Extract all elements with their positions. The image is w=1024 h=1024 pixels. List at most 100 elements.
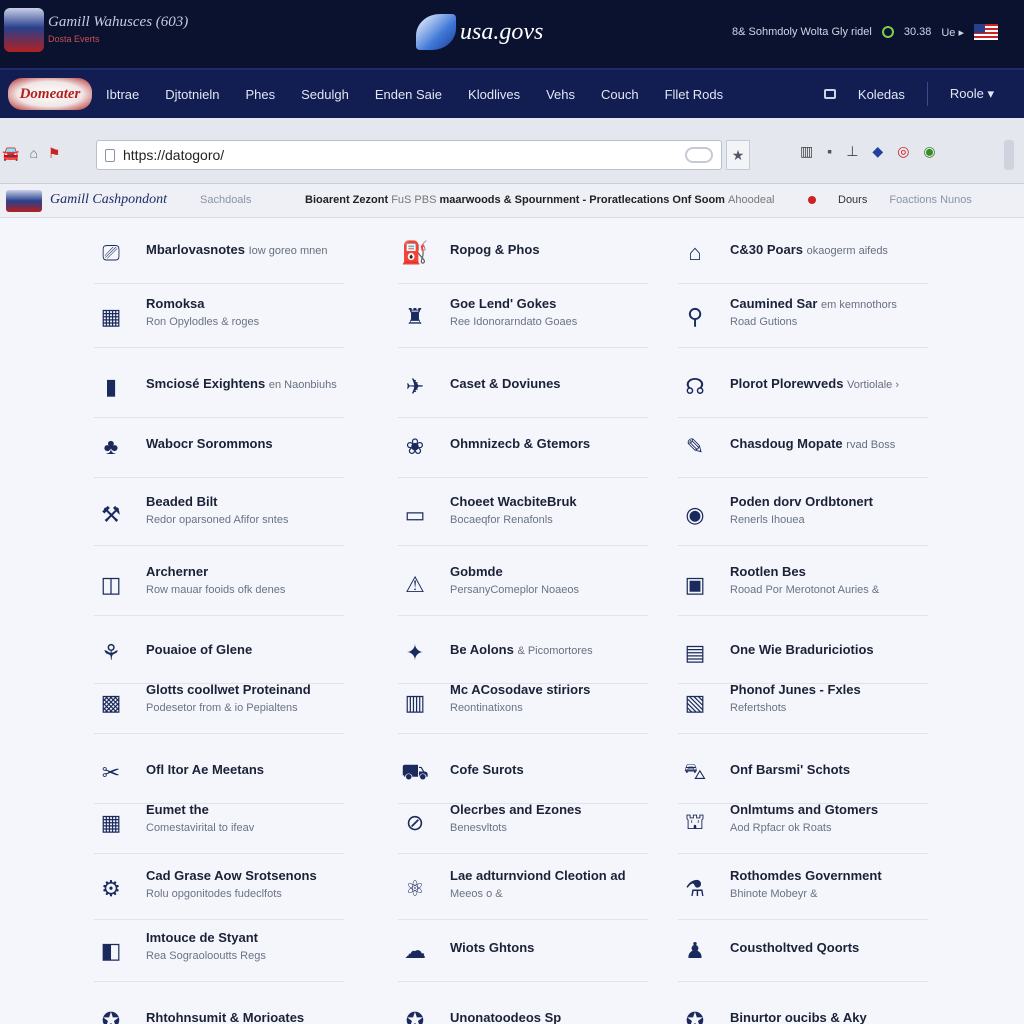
directory-entry[interactable]: ▥ Mc ACosodave stiriors Reontinatixons <box>398 668 648 734</box>
entry-title[interactable]: Pouaioe of Glene <box>146 642 252 657</box>
directory-entry[interactable]: ▧ Phonof Junes - Fxles Refertshots <box>678 668 928 734</box>
globe-icon[interactable]: ◉ <box>923 144 935 158</box>
entry-title[interactable]: Cofe Surots <box>450 762 524 777</box>
us-flag-icon[interactable] <box>974 24 998 40</box>
entry-title[interactable]: Imtouce de Styant <box>146 930 258 945</box>
directory-entry[interactable]: ⚛ Lae adturnviond Cleotion ad Meeos o & <box>398 854 648 920</box>
reload-icon[interactable] <box>685 147 713 163</box>
home-icon[interactable]: ⌂ <box>29 146 37 160</box>
directory-entry[interactable]: ⎚ Mbarlovasnotes Iow goreo mnen <box>94 218 344 284</box>
entry-title[interactable]: Glotts coollwet Proteinand <box>146 682 311 697</box>
flag-icon[interactable]: ⚑ <box>48 146 61 160</box>
crumb-rest[interactable]: maarwoods & Spournment - <box>440 194 587 206</box>
directory-entry[interactable]: ⚒ Beaded Bilt Redor oparsoned Afifor sntes <box>94 480 344 546</box>
entry-title[interactable]: Poden dorv Ordbtonert <box>730 494 873 509</box>
nav-item[interactable]: Enden Saie <box>375 87 442 102</box>
box-icon[interactable]: ▪ <box>827 144 832 158</box>
entry-title[interactable]: Wabocr Sorommons <box>146 436 273 451</box>
url-input[interactable] <box>123 147 643 163</box>
entry-title[interactable]: Choeet WacbiteBruk <box>450 494 577 509</box>
directory-entry[interactable]: ▦ Eumet the Comestavirital to ifeav <box>94 788 344 854</box>
entry-title[interactable]: Onf Barsmi' Schots <box>730 762 850 777</box>
directory-entry[interactable]: ▣ Rootlen Bes Rooad Por Merotonot Auries & <box>678 550 928 616</box>
bars-icon[interactable]: ▥ <box>800 144 813 158</box>
directory-entry[interactable]: ⌂ C&30 Poars okaogerm aifeds <box>678 218 928 284</box>
scrollbar[interactable] <box>1004 140 1014 170</box>
directory-entry[interactable]: ✎ Chasdoug Mopate rvad Boss <box>678 412 928 478</box>
directory-entry[interactable]: ♜ Goe Lend' Gokes Ree Idonorarndato Goaes <box>398 282 648 348</box>
nav-item[interactable]: Phes <box>245 87 275 102</box>
directory-entry[interactable]: ❀ Ohmnizecb & Gtemors <box>398 412 648 478</box>
directory-entry[interactable]: ⚙ Cad Grase Aow Srotsenons Rolu opgonitode… <box>94 854 344 920</box>
crumb-tail[interactable]: Proratlecations Onf Soom <box>589 194 725 206</box>
lock-icon[interactable] <box>823 89 836 99</box>
badge-icon[interactable]: ◆ <box>872 144 883 158</box>
entry-title[interactable]: Caset & Doviunes <box>450 376 561 391</box>
entry-title[interactable]: Onlmtums and Gtomers <box>730 802 878 817</box>
directory-entry[interactable]: ✪ Binurtor oucibs & Aky <box>678 986 928 1024</box>
directory-entry[interactable]: ✈ Caset & Doviunes <box>398 352 648 418</box>
directory-entry[interactable]: ▦ Romoksa Ron Opylodles & roges <box>94 282 344 348</box>
entry-title[interactable]: Beaded Bilt <box>146 494 218 509</box>
directory-entry[interactable]: ♣ Wabocr Sorommons <box>94 412 344 478</box>
entry-title[interactable]: Be Aolons & Picomortores <box>450 642 593 657</box>
entry-title[interactable]: Caumined Sar em kemnothors <box>730 296 897 311</box>
nav-item[interactable]: Sedulgh <box>301 87 349 102</box>
entry-title[interactable]: Mc ACosodave stiriors <box>450 682 590 697</box>
mini-seal-icon[interactable] <box>6 190 42 212</box>
car-icon[interactable]: 🚘 <box>2 146 19 160</box>
nav-item[interactable]: Couch <box>601 87 639 102</box>
entry-title[interactable]: Archerner <box>146 564 208 579</box>
entry-title[interactable]: Plorot Plorewveds Vortiolale › <box>730 376 899 391</box>
entry-title[interactable]: Chasdoug Mopate rvad Boss <box>730 436 895 451</box>
nav-item[interactable]: Fllet Rods <box>665 87 724 102</box>
entry-title[interactable]: Smciosé Exightens en Naonbiuhs <box>146 376 337 391</box>
nav-item[interactable]: Djtotnieln <box>165 87 219 102</box>
nav-item[interactable]: Vehs <box>546 87 575 102</box>
tower-icon[interactable]: ⊥ <box>846 144 858 158</box>
nav-item[interactable]: Ibtrae <box>106 87 139 102</box>
directory-entry[interactable]: ◫ Archerner Row mauar fooids ofk denes <box>94 550 344 616</box>
entry-title[interactable]: Unonatoodeos Sp <box>450 1010 561 1024</box>
entry-title[interactable]: Ohmnizecb & Gtemors <box>450 436 590 451</box>
strip-brand[interactable]: Gamill Cashpondont <box>50 192 167 208</box>
entry-title[interactable]: Gobmde <box>450 564 503 579</box>
directory-entry[interactable]: ⛫ Onlmtums and Gtomers Aod Rpfacr ok Roats <box>678 788 928 854</box>
directory-entry[interactable]: ⛽ Ropog & Phos <box>398 218 648 284</box>
crumb-main[interactable]: Bioarent Zezont <box>305 194 388 206</box>
directory-entry[interactable]: ⚗ Rothomdes Government Bhinote Mobeyr & <box>678 854 928 920</box>
site-name[interactable]: Gamill Wahusces (603) <box>48 14 188 31</box>
directory-entry[interactable]: ▮ Smciosé Exightens en Naonbiuhs <box>94 352 344 418</box>
target-icon[interactable]: ◎ <box>897 144 909 158</box>
entry-title[interactable]: Eumet the <box>146 802 209 817</box>
entry-title[interactable]: One Wie Braduriciotios <box>730 642 874 657</box>
entry-title[interactable]: Romoksa <box>146 296 205 311</box>
entry-title[interactable]: Cad Grase Aow Srotsenons <box>146 868 317 883</box>
directory-entry[interactable]: ⚲ Caumined Sar em kemnothors Road Gutions <box>678 282 928 348</box>
entry-title[interactable]: Coustholtved Qoorts <box>730 940 859 955</box>
directory-entry[interactable]: ☊ Plorot Plorewveds Vortiolale › <box>678 352 928 418</box>
directory-entry[interactable]: ✪ Unonatoodeos Sp <box>398 986 648 1024</box>
center-logo[interactable]: usa.govs <box>416 12 543 52</box>
directory-entry[interactable]: ☁ Wiots Ghtons <box>398 916 648 982</box>
directory-entry[interactable]: ◉ Poden dorv Ordbtonert Renerls Ihouea <box>678 480 928 546</box>
seal-logo[interactable] <box>4 8 44 52</box>
entry-title[interactable]: C&30 Poars okaogerm aifeds <box>730 242 888 257</box>
entry-title[interactable]: Ofl Itor Ae Meetans <box>146 762 264 777</box>
entry-title[interactable]: Ropog & Phos <box>450 242 540 257</box>
directory-entry[interactable]: ▩ Glotts coollwet Proteinand Podesetor fro… <box>94 668 344 734</box>
entry-title[interactable]: Olecrbes and Ezones <box>450 802 582 817</box>
nav-item[interactable]: Klodlives <box>468 87 520 102</box>
entry-title[interactable]: Lae adturnviond Cleotion ad <box>450 868 626 883</box>
entry-title[interactable]: Phonof Junes - Fxles <box>730 682 861 697</box>
entry-title[interactable]: Wiots Ghtons <box>450 940 534 955</box>
directory-entry[interactable]: ▭ Choeet WacbiteBruk Bocaeqfor Renafonls <box>398 480 648 546</box>
entry-title[interactable]: Mbarlovasnotes Iow goreo mnen <box>146 242 328 257</box>
strip-right-label[interactable]: Dours <box>838 194 867 206</box>
directory-entry[interactable]: ◧ Imtouce de Styant Rea Sograolooutts Regs <box>94 916 344 982</box>
entry-title[interactable]: Rothomdes Government <box>730 868 882 883</box>
utility-text[interactable]: 8& Sohmdoly Wolta Gly ridel <box>732 26 872 38</box>
nav-right-menu[interactable]: Roole ▾ <box>950 86 994 102</box>
entry-title[interactable]: Rhtohnsumit & Morioates <box>146 1010 304 1024</box>
entry-title[interactable]: Goe Lend' Gokes <box>450 296 556 311</box>
